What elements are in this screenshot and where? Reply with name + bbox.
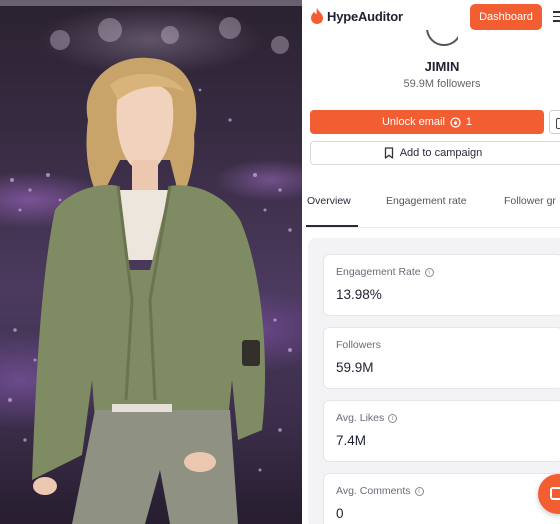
- brand-logo[interactable]: HypeAuditor: [310, 8, 403, 24]
- metric-value: 7.4M: [336, 433, 367, 448]
- tab-overview[interactable]: Overview: [307, 195, 351, 207]
- metric-card-avg-likes: Avg. Likes i 7.4M: [323, 400, 560, 462]
- coin-icon: [450, 116, 461, 128]
- concert-photo: [0, 0, 302, 524]
- performer-illustration: [0, 0, 302, 524]
- profile-name: JIMIN: [424, 59, 460, 74]
- profile-followers: 59.9M followers: [403, 78, 481, 90]
- tab-follower-growth[interactable]: Follower gr: [504, 195, 556, 207]
- metric-label: Avg. Comments: [336, 485, 411, 497]
- unlock-email-button[interactable]: Unlock email 1: [310, 110, 544, 134]
- brand-name: HypeAuditor: [327, 8, 403, 24]
- info-icon[interactable]: i: [388, 413, 398, 423]
- flame-logo-icon: [311, 8, 323, 24]
- metric-label: Avg. Likes: [336, 412, 385, 424]
- avatar: [426, 30, 458, 46]
- metric-card-engagement-rate: Engagement Rate i 13.98%: [323, 254, 560, 316]
- metric-label: Engagement Rate: [336, 266, 421, 278]
- metric-label: Followers: [336, 339, 381, 351]
- metric-label-row: Engagement Rate i: [336, 266, 434, 278]
- metric-card-avg-comments: Avg. Comments i 0: [323, 473, 560, 524]
- metric-label-row: Avg. Likes i: [336, 412, 398, 424]
- copy-icon-button[interactable]: [549, 110, 560, 134]
- metric-label-row: Avg. Comments i: [336, 485, 424, 497]
- metric-value: 13.98%: [336, 287, 382, 302]
- add-to-campaign-button[interactable]: Add to campaign: [310, 141, 560, 165]
- hypeauditor-app: HypeAuditor Dashboard JIMIN 59.9M follow…: [302, 0, 560, 524]
- menu-icon[interactable]: [553, 11, 560, 23]
- active-tab-indicator: [306, 225, 358, 227]
- tab-engagement-rate[interactable]: Engagement rate: [386, 195, 467, 207]
- unlock-email-label: Unlock email: [381, 116, 445, 128]
- metric-label-row: Followers: [336, 339, 381, 351]
- info-icon[interactable]: i: [414, 486, 424, 496]
- info-icon[interactable]: i: [424, 267, 434, 277]
- metric-card-followers: Followers 59.9M: [323, 327, 560, 389]
- profile-tabs: Overview Engagement rate Follower gr: [302, 186, 560, 228]
- dashboard-button[interactable]: Dashboard: [470, 4, 542, 30]
- metric-value: 59.9M: [336, 360, 374, 375]
- metrics-panel: Engagement Rate i 13.98% Followers 59.9M…: [308, 238, 560, 524]
- unlock-email-cost: 1: [465, 116, 473, 128]
- add-to-campaign-label: Add to campaign: [399, 147, 483, 159]
- bookmark-icon: [384, 147, 393, 159]
- metric-value: 0: [336, 506, 344, 521]
